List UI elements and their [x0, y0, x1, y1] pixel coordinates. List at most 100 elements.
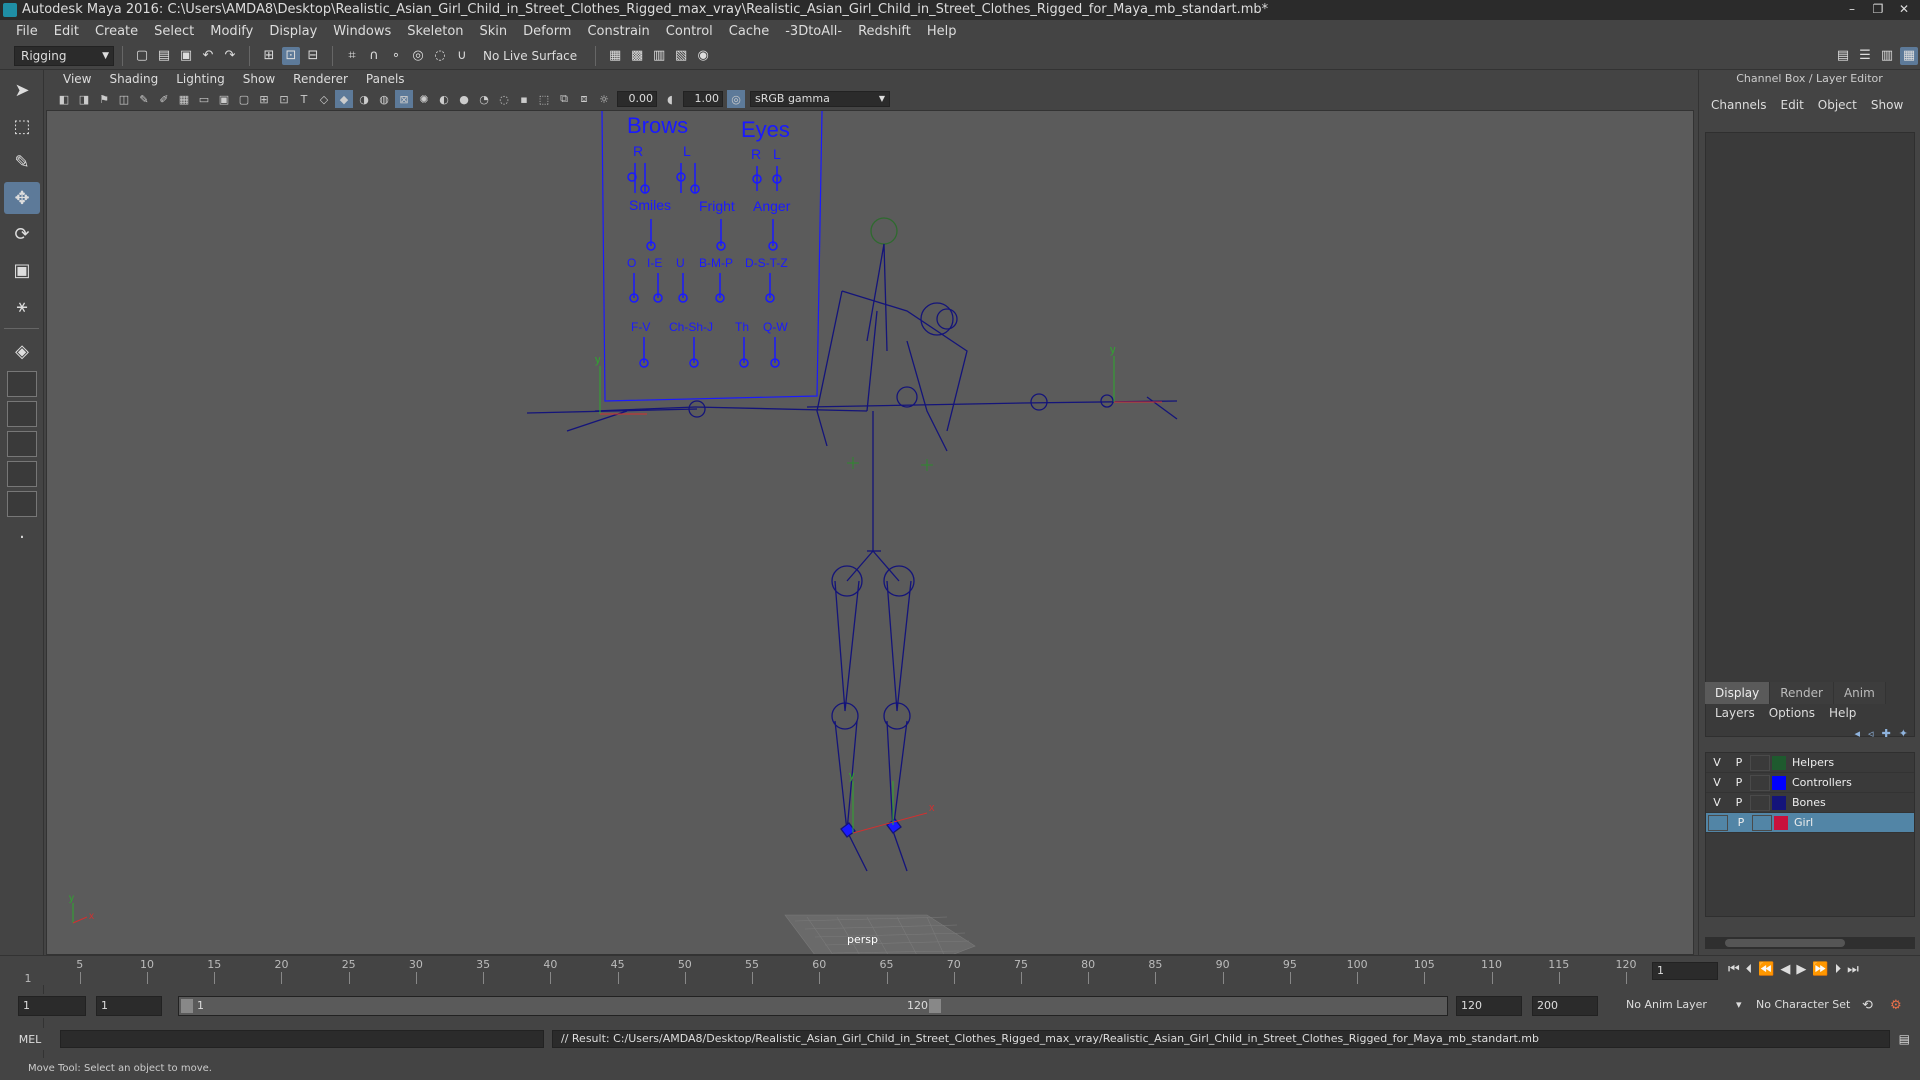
- range-end-handle[interactable]: [929, 999, 941, 1013]
- bookmark-icon[interactable]: ⚑: [95, 90, 113, 108]
- lasso-tool-icon[interactable]: ⬚: [4, 110, 40, 142]
- render-settings-icon[interactable]: ▧: [672, 47, 690, 65]
- layer-playback-toggle[interactable]: P: [1728, 796, 1750, 809]
- layer-row-girl[interactable]: P Girl: [1706, 813, 1914, 833]
- play-forwards-icon[interactable]: ▶: [1796, 962, 1806, 977]
- layer-menu-layers[interactable]: Layers: [1715, 706, 1755, 720]
- xray-active-icon[interactable]: ⧈: [575, 90, 593, 108]
- new-layer-icon[interactable]: ✚: [1882, 727, 1891, 740]
- menu-skin[interactable]: Skin: [472, 24, 516, 39]
- layer-color-swatch[interactable]: [1772, 795, 1786, 810]
- script-editor-icon[interactable]: ▤: [1899, 1032, 1910, 1046]
- maximize-button[interactable]: ❐: [1866, 0, 1890, 18]
- panel-menu-lighting[interactable]: Lighting: [167, 72, 234, 86]
- menu-set-selector[interactable]: Rigging ▼: [14, 45, 114, 66]
- render-current-icon[interactable]: ▩: [628, 47, 646, 65]
- exposure-icon[interactable]: ☼: [595, 90, 613, 108]
- ipr-render-icon[interactable]: ▥: [650, 47, 668, 65]
- snap-point-icon[interactable]: ∘: [387, 47, 405, 65]
- camera-attributes-icon[interactable]: ◨: [75, 90, 93, 108]
- view-transform-selector[interactable]: sRGB gamma ▼: [750, 91, 890, 107]
- layer-row-helpers[interactable]: V P Helpers: [1706, 753, 1914, 773]
- move-layer-down-icon[interactable]: ◃: [1868, 727, 1874, 740]
- screen-space-ao-icon[interactable]: ●: [455, 90, 473, 108]
- layer-type-toggle[interactable]: [1750, 754, 1770, 771]
- menu-file[interactable]: File: [8, 24, 46, 39]
- menu-3dtoall[interactable]: -3DtoAll-: [777, 24, 850, 39]
- layer-type-toggle[interactable]: [1752, 814, 1772, 831]
- chevron-down-icon[interactable]: ▾: [1736, 998, 1742, 1011]
- step-back-key-icon[interactable]: ⏪: [1758, 962, 1774, 977]
- wireframe-icon[interactable]: ◇: [315, 90, 333, 108]
- go-to-end-icon[interactable]: ⏭: [1847, 962, 1859, 977]
- select-component-icon[interactable]: ⊟: [304, 47, 322, 65]
- panel-menu-renderer[interactable]: Renderer: [284, 72, 357, 86]
- scrollbar-thumb[interactable]: [1725, 939, 1845, 947]
- range-slider-bar[interactable]: 1 120: [178, 996, 1448, 1016]
- menu-redshift[interactable]: Redshift: [850, 24, 919, 39]
- shadows-icon[interactable]: ◐: [435, 90, 453, 108]
- layer-visibility-toggle[interactable]: V: [1706, 776, 1728, 789]
- range-start-handle[interactable]: [181, 999, 193, 1013]
- snap-grid-icon[interactable]: ⌗: [343, 47, 361, 65]
- field-chart-icon[interactable]: ⊞: [255, 90, 273, 108]
- anti-aliasing-icon[interactable]: ◌: [495, 90, 513, 108]
- go-to-start-icon[interactable]: ⏮: [1728, 962, 1740, 977]
- 2d-pan-zoom-icon[interactable]: ✐: [155, 90, 173, 108]
- safe-action-icon[interactable]: ⊡: [275, 90, 293, 108]
- paint-select-tool-icon[interactable]: ✎: [4, 146, 40, 178]
- tab-anim[interactable]: Anim: [1833, 682, 1886, 704]
- panel-menu-panels[interactable]: Panels: [357, 72, 414, 86]
- menu-windows[interactable]: Windows: [325, 24, 399, 39]
- default-material-icon[interactable]: ◑: [355, 90, 373, 108]
- locator-right[interactable]: y: [1110, 344, 1162, 403]
- layout-persp-graph-icon[interactable]: [7, 461, 37, 487]
- pole-vectors[interactable]: [847, 457, 933, 471]
- channel-box-menu-edit[interactable]: Edit: [1781, 98, 1804, 112]
- channel-box-menu-object[interactable]: Object: [1818, 98, 1857, 112]
- step-back-frame-icon[interactable]: ⏴: [1746, 962, 1753, 977]
- panel-menu-show[interactable]: Show: [234, 72, 284, 86]
- skeleton-bones[interactable]: [816, 217, 968, 872]
- layout-hypershade-icon[interactable]: [7, 491, 37, 517]
- layer-color-swatch[interactable]: [1772, 775, 1786, 790]
- panel-menu-shading[interactable]: Shading: [100, 72, 167, 86]
- menu-create[interactable]: Create: [87, 24, 146, 39]
- step-forward-key-icon[interactable]: ⏩: [1812, 962, 1828, 977]
- xray-joints-icon[interactable]: ⧉: [555, 90, 573, 108]
- layer-row-bones[interactable]: V P Bones: [1706, 793, 1914, 813]
- scale-tool-icon[interactable]: ▣: [4, 254, 40, 286]
- animation-preferences-icon[interactable]: ⚙: [1890, 998, 1902, 1013]
- menu-deform[interactable]: Deform: [515, 24, 579, 39]
- menu-control[interactable]: Control: [658, 24, 721, 39]
- save-scene-icon[interactable]: ▣: [177, 47, 195, 65]
- layer-row-controllers[interactable]: V P Controllers: [1706, 773, 1914, 793]
- time-slider[interactable]: 1 5 10 15 20 25 30 35 40 45 50 55 60 65 70 75 80 85 90 95 1…: [0, 955, 1920, 985]
- layer-color-swatch[interactable]: [1772, 755, 1786, 770]
- menu-cache[interactable]: Cache: [721, 24, 777, 39]
- new-scene-icon[interactable]: ▢: [133, 47, 151, 65]
- channel-box-icon[interactable]: ▦: [1900, 46, 1918, 65]
- channel-list-panel[interactable]: [1705, 132, 1915, 737]
- snap-surface-icon[interactable]: ◌: [431, 47, 449, 65]
- current-frame-field[interactable]: 1: [1652, 962, 1718, 980]
- layer-playback-toggle[interactable]: P: [1728, 756, 1750, 769]
- tab-render[interactable]: Render: [1770, 682, 1834, 704]
- menu-edit[interactable]: Edit: [46, 24, 87, 39]
- time-slider-track[interactable]: 1 5 10 15 20 25 30 35 40 45 50 55 60 65 70 75 80 85 90 95 1…: [25, 958, 1646, 985]
- layer-visibility-toggle[interactable]: V: [1706, 796, 1728, 809]
- layer-playback-toggle[interactable]: P: [1728, 776, 1750, 789]
- layout-persp-outliner-icon[interactable]: [7, 431, 37, 457]
- use-all-lights-icon[interactable]: ✺: [415, 90, 433, 108]
- layer-menu-options[interactable]: Options: [1769, 706, 1815, 720]
- move-tool-icon[interactable]: ✥: [4, 182, 40, 214]
- layer-playback-toggle[interactable]: P: [1730, 816, 1752, 829]
- menu-display[interactable]: Display: [261, 24, 325, 39]
- anim-layer-selector[interactable]: No Anim Layer: [1626, 998, 1707, 1011]
- playback-start-field[interactable]: 1: [96, 996, 162, 1016]
- grid-icon[interactable]: ▦: [175, 90, 193, 108]
- gamma-field[interactable]: 1.00: [683, 91, 723, 107]
- open-scene-icon[interactable]: ▤: [155, 47, 173, 65]
- layer-visibility-toggle[interactable]: [1708, 814, 1728, 831]
- hypershade-icon[interactable]: ◉: [694, 47, 712, 65]
